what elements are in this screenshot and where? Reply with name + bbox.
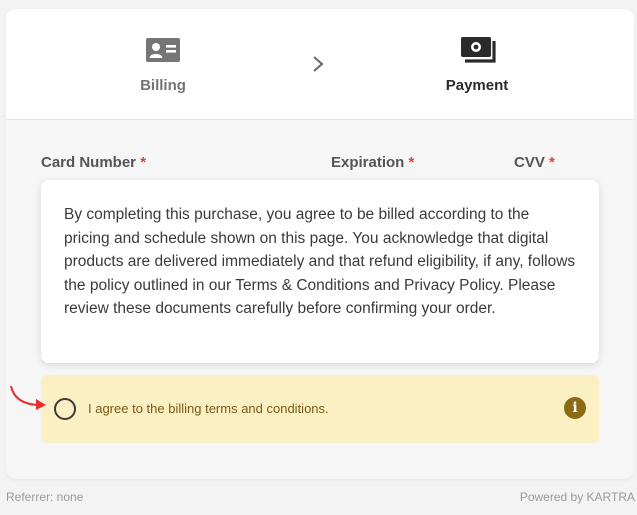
cash-icon <box>461 37 496 63</box>
powered-by-text: Powered by KARTRA <box>519 490 635 504</box>
terms-popup: By completing this purchase, you agree t… <box>41 180 599 363</box>
required-marker: * <box>549 154 555 171</box>
terms-agreement-box: I agree to the billing terms and conditi… <box>41 375 599 443</box>
card-number-label: Card Number * <box>41 154 147 171</box>
step-billing[interactable]: Billing <box>103 35 223 94</box>
required-marker: * <box>408 154 415 171</box>
pointer-arrow-icon <box>10 385 46 410</box>
step-payment[interactable]: Payment <box>417 35 537 94</box>
info-icon[interactable]: i <box>564 397 586 419</box>
payment-field-labels: Card Number * Expiration * CVV * <box>6 154 634 176</box>
expiration-label: Expiration * <box>331 154 415 171</box>
chevron-right-icon <box>313 56 324 72</box>
agree-radio[interactable] <box>54 398 76 420</box>
required-marker: * <box>140 154 147 171</box>
referrer-text: Referrer: none <box>6 490 84 504</box>
checkout-card: Billing Payment Card Number * Expiration… <box>6 9 634 479</box>
step-billing-label: Billing <box>140 77 186 94</box>
terms-text: By completing this purchase, you agree t… <box>64 206 576 317</box>
id-card-icon <box>146 38 180 62</box>
agree-label[interactable]: I agree to the billing terms and conditi… <box>88 401 329 416</box>
checkout-steps: Billing Payment <box>6 9 634 120</box>
step-payment-label: Payment <box>445 77 509 94</box>
cvv-label: CVV * <box>514 154 555 171</box>
